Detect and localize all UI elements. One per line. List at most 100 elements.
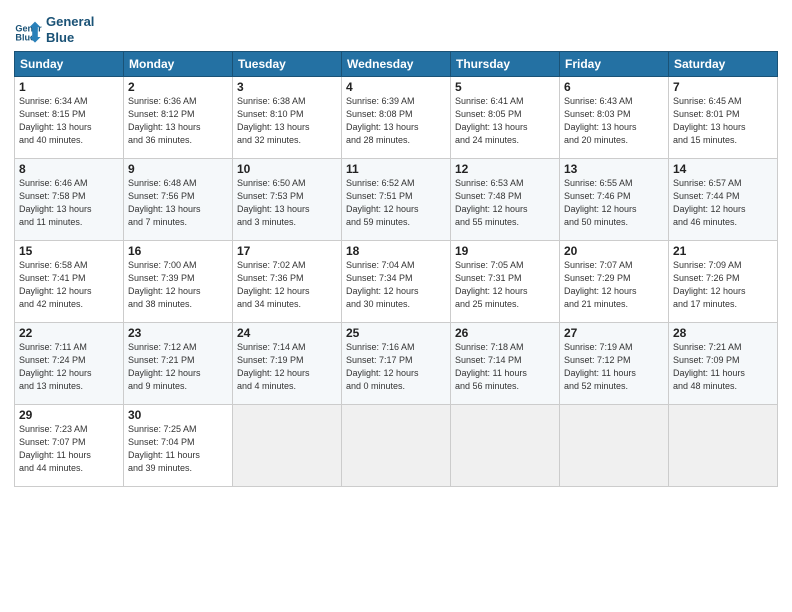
day-info: Sunrise: 6:53 AM Sunset: 7:48 PM Dayligh… bbox=[455, 177, 555, 229]
logo: General Blue GeneralBlue bbox=[14, 14, 94, 45]
calendar-cell: 30Sunrise: 7:25 AM Sunset: 7:04 PM Dayli… bbox=[124, 405, 233, 487]
day-number: 2 bbox=[128, 80, 228, 94]
day-info: Sunrise: 7:25 AM Sunset: 7:04 PM Dayligh… bbox=[128, 423, 228, 475]
day-info: Sunrise: 7:04 AM Sunset: 7:34 PM Dayligh… bbox=[346, 259, 446, 311]
col-header-wednesday: Wednesday bbox=[342, 52, 451, 77]
day-number: 6 bbox=[564, 80, 664, 94]
day-number: 11 bbox=[346, 162, 446, 176]
day-number: 15 bbox=[19, 244, 119, 258]
day-number: 24 bbox=[237, 326, 337, 340]
calendar-cell: 25Sunrise: 7:16 AM Sunset: 7:17 PM Dayli… bbox=[342, 323, 451, 405]
day-info: Sunrise: 7:02 AM Sunset: 7:36 PM Dayligh… bbox=[237, 259, 337, 311]
calendar-cell: 3Sunrise: 6:38 AM Sunset: 8:10 PM Daylig… bbox=[233, 77, 342, 159]
day-number: 19 bbox=[455, 244, 555, 258]
calendar-cell bbox=[560, 405, 669, 487]
day-number: 26 bbox=[455, 326, 555, 340]
day-number: 23 bbox=[128, 326, 228, 340]
calendar-cell: 12Sunrise: 6:53 AM Sunset: 7:48 PM Dayli… bbox=[451, 159, 560, 241]
calendar-cell: 10Sunrise: 6:50 AM Sunset: 7:53 PM Dayli… bbox=[233, 159, 342, 241]
day-info: Sunrise: 7:23 AM Sunset: 7:07 PM Dayligh… bbox=[19, 423, 119, 475]
day-number: 4 bbox=[346, 80, 446, 94]
calendar-cell bbox=[342, 405, 451, 487]
day-info: Sunrise: 6:57 AM Sunset: 7:44 PM Dayligh… bbox=[673, 177, 773, 229]
calendar-cell: 16Sunrise: 7:00 AM Sunset: 7:39 PM Dayli… bbox=[124, 241, 233, 323]
week-row: 29Sunrise: 7:23 AM Sunset: 7:07 PM Dayli… bbox=[15, 405, 778, 487]
logo-icon: General Blue bbox=[14, 16, 42, 44]
day-info: Sunrise: 7:21 AM Sunset: 7:09 PM Dayligh… bbox=[673, 341, 773, 393]
calendar-cell: 8Sunrise: 6:46 AM Sunset: 7:58 PM Daylig… bbox=[15, 159, 124, 241]
day-info: Sunrise: 7:16 AM Sunset: 7:17 PM Dayligh… bbox=[346, 341, 446, 393]
day-info: Sunrise: 6:34 AM Sunset: 8:15 PM Dayligh… bbox=[19, 95, 119, 147]
calendar-cell bbox=[451, 405, 560, 487]
day-number: 1 bbox=[19, 80, 119, 94]
day-number: 14 bbox=[673, 162, 773, 176]
calendar-cell bbox=[233, 405, 342, 487]
day-number: 21 bbox=[673, 244, 773, 258]
calendar-cell: 23Sunrise: 7:12 AM Sunset: 7:21 PM Dayli… bbox=[124, 323, 233, 405]
day-number: 29 bbox=[19, 408, 119, 422]
day-info: Sunrise: 7:00 AM Sunset: 7:39 PM Dayligh… bbox=[128, 259, 228, 311]
day-info: Sunrise: 6:55 AM Sunset: 7:46 PM Dayligh… bbox=[564, 177, 664, 229]
calendar-cell: 26Sunrise: 7:18 AM Sunset: 7:14 PM Dayli… bbox=[451, 323, 560, 405]
day-info: Sunrise: 6:39 AM Sunset: 8:08 PM Dayligh… bbox=[346, 95, 446, 147]
day-number: 13 bbox=[564, 162, 664, 176]
day-number: 25 bbox=[346, 326, 446, 340]
calendar-cell: 29Sunrise: 7:23 AM Sunset: 7:07 PM Dayli… bbox=[15, 405, 124, 487]
col-header-sunday: Sunday bbox=[15, 52, 124, 77]
week-row: 1Sunrise: 6:34 AM Sunset: 8:15 PM Daylig… bbox=[15, 77, 778, 159]
calendar-cell: 5Sunrise: 6:41 AM Sunset: 8:05 PM Daylig… bbox=[451, 77, 560, 159]
logo-text: GeneralBlue bbox=[46, 14, 94, 45]
day-info: Sunrise: 6:43 AM Sunset: 8:03 PM Dayligh… bbox=[564, 95, 664, 147]
calendar-cell: 2Sunrise: 6:36 AM Sunset: 8:12 PM Daylig… bbox=[124, 77, 233, 159]
day-info: Sunrise: 7:12 AM Sunset: 7:21 PM Dayligh… bbox=[128, 341, 228, 393]
col-header-tuesday: Tuesday bbox=[233, 52, 342, 77]
week-row: 22Sunrise: 7:11 AM Sunset: 7:24 PM Dayli… bbox=[15, 323, 778, 405]
day-info: Sunrise: 7:09 AM Sunset: 7:26 PM Dayligh… bbox=[673, 259, 773, 311]
day-info: Sunrise: 7:19 AM Sunset: 7:12 PM Dayligh… bbox=[564, 341, 664, 393]
day-info: Sunrise: 6:46 AM Sunset: 7:58 PM Dayligh… bbox=[19, 177, 119, 229]
calendar-cell: 1Sunrise: 6:34 AM Sunset: 8:15 PM Daylig… bbox=[15, 77, 124, 159]
calendar-cell: 21Sunrise: 7:09 AM Sunset: 7:26 PM Dayli… bbox=[669, 241, 778, 323]
week-row: 15Sunrise: 6:58 AM Sunset: 7:41 PM Dayli… bbox=[15, 241, 778, 323]
day-number: 3 bbox=[237, 80, 337, 94]
calendar-cell: 4Sunrise: 6:39 AM Sunset: 8:08 PM Daylig… bbox=[342, 77, 451, 159]
calendar-cell: 27Sunrise: 7:19 AM Sunset: 7:12 PM Dayli… bbox=[560, 323, 669, 405]
week-row: 8Sunrise: 6:46 AM Sunset: 7:58 PM Daylig… bbox=[15, 159, 778, 241]
calendar-cell: 24Sunrise: 7:14 AM Sunset: 7:19 PM Dayli… bbox=[233, 323, 342, 405]
day-number: 20 bbox=[564, 244, 664, 258]
day-number: 28 bbox=[673, 326, 773, 340]
day-info: Sunrise: 6:45 AM Sunset: 8:01 PM Dayligh… bbox=[673, 95, 773, 147]
day-info: Sunrise: 7:05 AM Sunset: 7:31 PM Dayligh… bbox=[455, 259, 555, 311]
header-row-days: SundayMondayTuesdayWednesdayThursdayFrid… bbox=[15, 52, 778, 77]
calendar-cell: 15Sunrise: 6:58 AM Sunset: 7:41 PM Dayli… bbox=[15, 241, 124, 323]
calendar-cell: 9Sunrise: 6:48 AM Sunset: 7:56 PM Daylig… bbox=[124, 159, 233, 241]
calendar-cell: 14Sunrise: 6:57 AM Sunset: 7:44 PM Dayli… bbox=[669, 159, 778, 241]
day-info: Sunrise: 6:50 AM Sunset: 7:53 PM Dayligh… bbox=[237, 177, 337, 229]
day-info: Sunrise: 6:41 AM Sunset: 8:05 PM Dayligh… bbox=[455, 95, 555, 147]
calendar-cell: 20Sunrise: 7:07 AM Sunset: 7:29 PM Dayli… bbox=[560, 241, 669, 323]
header-row: General Blue GeneralBlue bbox=[14, 10, 778, 45]
day-number: 22 bbox=[19, 326, 119, 340]
calendar-cell: 6Sunrise: 6:43 AM Sunset: 8:03 PM Daylig… bbox=[560, 77, 669, 159]
day-number: 5 bbox=[455, 80, 555, 94]
day-number: 7 bbox=[673, 80, 773, 94]
day-info: Sunrise: 7:11 AM Sunset: 7:24 PM Dayligh… bbox=[19, 341, 119, 393]
calendar-cell: 18Sunrise: 7:04 AM Sunset: 7:34 PM Dayli… bbox=[342, 241, 451, 323]
day-number: 9 bbox=[128, 162, 228, 176]
day-number: 17 bbox=[237, 244, 337, 258]
day-number: 30 bbox=[128, 408, 228, 422]
day-number: 12 bbox=[455, 162, 555, 176]
calendar-table: SundayMondayTuesdayWednesdayThursdayFrid… bbox=[14, 51, 778, 487]
calendar-cell: 7Sunrise: 6:45 AM Sunset: 8:01 PM Daylig… bbox=[669, 77, 778, 159]
calendar-cell: 19Sunrise: 7:05 AM Sunset: 7:31 PM Dayli… bbox=[451, 241, 560, 323]
calendar-cell: 11Sunrise: 6:52 AM Sunset: 7:51 PM Dayli… bbox=[342, 159, 451, 241]
day-info: Sunrise: 6:58 AM Sunset: 7:41 PM Dayligh… bbox=[19, 259, 119, 311]
calendar-cell: 22Sunrise: 7:11 AM Sunset: 7:24 PM Dayli… bbox=[15, 323, 124, 405]
day-number: 18 bbox=[346, 244, 446, 258]
calendar-cell: 28Sunrise: 7:21 AM Sunset: 7:09 PM Dayli… bbox=[669, 323, 778, 405]
col-header-monday: Monday bbox=[124, 52, 233, 77]
day-info: Sunrise: 6:52 AM Sunset: 7:51 PM Dayligh… bbox=[346, 177, 446, 229]
col-header-friday: Friday bbox=[560, 52, 669, 77]
calendar-cell: 13Sunrise: 6:55 AM Sunset: 7:46 PM Dayli… bbox=[560, 159, 669, 241]
col-header-thursday: Thursday bbox=[451, 52, 560, 77]
